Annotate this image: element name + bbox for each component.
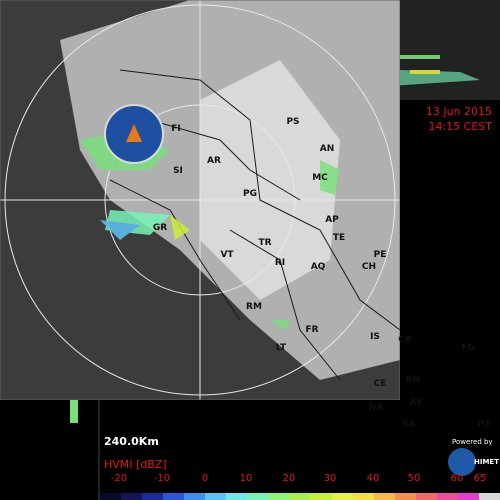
city-label-an: AN — [319, 144, 335, 154]
date-label: 13 Jun 2015 — [425, 105, 492, 118]
city-label-na: NA — [368, 403, 384, 413]
scale-swatch — [226, 493, 248, 500]
city-label-ch: CH — [361, 262, 377, 272]
city-label-vt: VT — [220, 250, 234, 260]
scale-swatch — [142, 493, 164, 500]
scale-tick: 65 — [473, 473, 487, 484]
scale-swatch — [478, 493, 500, 500]
city-label-ri: RI — [274, 258, 286, 268]
himet-logo-label: HIMET — [474, 458, 499, 466]
scale-tick: 40 — [366, 473, 380, 484]
city-label-cb: CB — [398, 335, 412, 345]
city-label-ay: AY — [409, 398, 423, 408]
city-label-sa: SA — [402, 420, 416, 430]
city-label-pz: PZ — [477, 420, 491, 430]
city-label-ar: AR — [207, 156, 221, 166]
scale-swatch — [268, 493, 290, 500]
city-label-fi: FI — [171, 124, 181, 134]
scale-tick: -10 — [153, 473, 171, 484]
city-label-aq: AQ — [310, 262, 326, 272]
city-label-pe: PE — [373, 250, 387, 260]
city-label-bn: BN — [405, 375, 421, 385]
scale-swatch — [373, 493, 395, 500]
scale-tick: 10 — [239, 473, 253, 484]
radar-map — [0, 0, 400, 400]
city-label-ap: AP — [325, 215, 339, 225]
scale-swatch — [415, 493, 437, 500]
scale-swatch — [289, 493, 311, 500]
city-label-is: IS — [370, 332, 380, 342]
city-label-ps: PS — [286, 117, 300, 127]
terrain-layer — [0, 0, 400, 400]
himet-logo-icon — [448, 448, 476, 476]
reflectivity-color-scale — [100, 485, 500, 500]
scale-swatch — [436, 493, 458, 500]
civil-protection-badge — [104, 104, 164, 164]
scale-tick: 60 — [450, 473, 464, 484]
city-label-gr: GR — [152, 223, 168, 233]
scale-tick: 20 — [282, 473, 296, 484]
unit-label: HVMI [dBZ] — [104, 458, 167, 471]
civil-protection-emblem-icon — [126, 124, 142, 142]
scale-tick: 50 — [407, 473, 421, 484]
scale-swatch — [331, 493, 353, 500]
scale-tick: 30 — [323, 473, 337, 484]
scale-swatch — [310, 493, 332, 500]
scale-swatch — [394, 493, 416, 500]
city-label-tr: TR — [258, 238, 272, 248]
city-label-te: TE — [332, 233, 346, 243]
scale-swatch — [247, 493, 269, 500]
scale-tick: -20 — [110, 473, 128, 484]
city-label-rm: RM — [246, 302, 262, 312]
scale-swatch — [163, 493, 185, 500]
scale-swatch — [121, 493, 143, 500]
range-label: 240.0Km — [104, 435, 159, 448]
city-label-lt: LT — [275, 343, 287, 353]
powered-by-label: Powered by — [452, 438, 493, 446]
scale-swatch — [457, 493, 479, 500]
scale-swatch — [352, 493, 374, 500]
scale-swatch — [100, 493, 122, 500]
city-label-fr: FR — [305, 325, 319, 335]
scale-swatch — [205, 493, 227, 500]
city-label-fg: FG — [461, 343, 475, 353]
scale-swatch — [184, 493, 206, 500]
city-label-ce: CE — [373, 379, 387, 389]
city-label-mc: MC — [312, 173, 328, 183]
city-label-pg: PG — [243, 189, 257, 199]
time-label: 14:15 CEST — [428, 120, 492, 133]
city-label-si: SI — [173, 166, 183, 176]
scale-tick: 0 — [201, 473, 209, 484]
